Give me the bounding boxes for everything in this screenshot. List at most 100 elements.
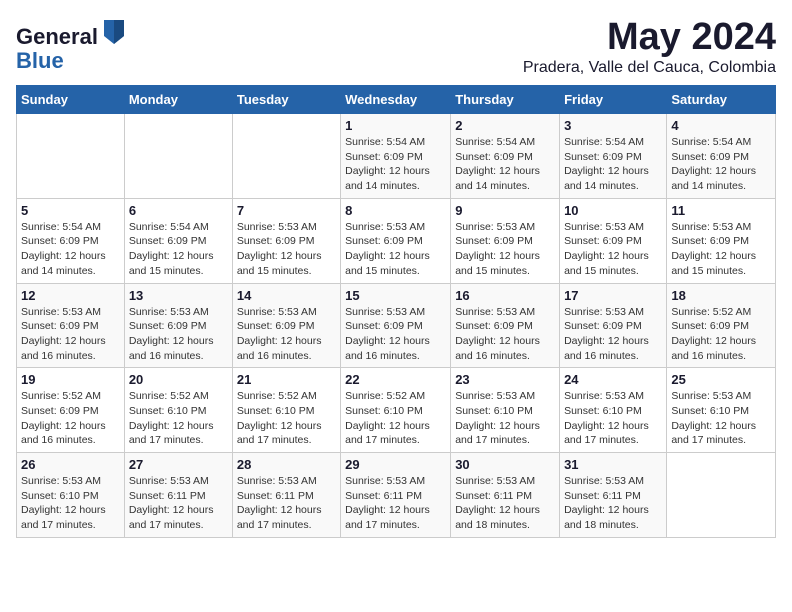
logo-blue-text: Blue [16, 48, 64, 73]
day-info: Sunrise: 5:53 AM Sunset: 6:09 PM Dayligh… [455, 220, 555, 279]
day-info: Sunrise: 5:53 AM Sunset: 6:10 PM Dayligh… [21, 474, 120, 533]
calendar-cell [232, 114, 340, 199]
day-number: 21 [237, 372, 336, 387]
calendar-week-2: 5 Sunrise: 5:54 AM Sunset: 6:09 PM Daylig… [17, 198, 776, 283]
day-info: Sunrise: 5:53 AM Sunset: 6:09 PM Dayligh… [129, 305, 228, 364]
header-day-thursday: Thursday [451, 86, 560, 114]
day-number: 6 [129, 203, 228, 218]
header-day-wednesday: Wednesday [341, 86, 451, 114]
header-day-monday: Monday [124, 86, 232, 114]
calendar-cell: 5 Sunrise: 5:54 AM Sunset: 6:09 PM Daylig… [17, 198, 125, 283]
calendar-cell: 18 Sunrise: 5:52 AM Sunset: 6:09 PM Dayli… [667, 283, 776, 368]
day-info: Sunrise: 5:53 AM Sunset: 6:10 PM Dayligh… [671, 389, 771, 448]
calendar-cell: 29 Sunrise: 5:53 AM Sunset: 6:11 PM Dayli… [341, 453, 451, 538]
page-header: General Blue May 2024 Pradera, Valle del… [16, 16, 776, 77]
calendar-cell: 22 Sunrise: 5:52 AM Sunset: 6:10 PM Dayli… [341, 368, 451, 453]
day-number: 12 [21, 288, 120, 303]
day-number: 2 [455, 118, 555, 133]
calendar-cell [667, 453, 776, 538]
day-number: 29 [345, 457, 446, 472]
day-info: Sunrise: 5:53 AM Sunset: 6:11 PM Dayligh… [564, 474, 662, 533]
calendar-cell: 2Sunrise: 5:54 AM Sunset: 6:09 PM Daylig… [451, 114, 560, 199]
day-info: Sunrise: 5:52 AM Sunset: 6:10 PM Dayligh… [129, 389, 228, 448]
calendar-cell: 15 Sunrise: 5:53 AM Sunset: 6:09 PM Dayli… [341, 283, 451, 368]
logo-general-text: General [16, 24, 98, 49]
calendar-cell: 23Sunrise: 5:53 AM Sunset: 6:10 PM Dayli… [451, 368, 560, 453]
calendar-cell: 4Sunrise: 5:54 AM Sunset: 6:09 PM Daylig… [667, 114, 776, 199]
calendar-week-5: 26 Sunrise: 5:53 AM Sunset: 6:10 PM Dayli… [17, 453, 776, 538]
day-info: Sunrise: 5:53 AM Sunset: 6:09 PM Dayligh… [564, 305, 662, 364]
day-number: 14 [237, 288, 336, 303]
calendar-cell: 8 Sunrise: 5:53 AM Sunset: 6:09 PM Daylig… [341, 198, 451, 283]
logo-icon [100, 16, 128, 44]
calendar-cell: 14 Sunrise: 5:53 AM Sunset: 6:09 PM Dayli… [232, 283, 340, 368]
calendar-header: SundayMondayTuesdayWednesdayThursdayFrid… [17, 86, 776, 114]
header-day-saturday: Saturday [667, 86, 776, 114]
day-number: 7 [237, 203, 336, 218]
day-info: Sunrise: 5:54 AM Sunset: 6:09 PM Dayligh… [129, 220, 228, 279]
day-info: Sunrise: 5:53 AM Sunset: 6:09 PM Dayligh… [455, 305, 555, 364]
header-day-tuesday: Tuesday [232, 86, 340, 114]
day-number: 15 [345, 288, 446, 303]
day-number: 25 [671, 372, 771, 387]
day-number: 20 [129, 372, 228, 387]
day-number: 30 [455, 457, 555, 472]
day-number: 28 [237, 457, 336, 472]
page-title: May 2024 [523, 16, 776, 59]
day-info: Sunrise: 5:52 AM Sunset: 6:09 PM Dayligh… [21, 389, 120, 448]
calendar-table: SundayMondayTuesdayWednesdayThursdayFrid… [16, 85, 776, 538]
day-number: 18 [671, 288, 771, 303]
calendar-cell: 20 Sunrise: 5:52 AM Sunset: 6:10 PM Dayli… [124, 368, 232, 453]
day-info: Sunrise: 5:53 AM Sunset: 6:11 PM Dayligh… [237, 474, 336, 533]
day-number: 13 [129, 288, 228, 303]
day-info: Sunrise: 5:54 AM Sunset: 6:09 PM Dayligh… [21, 220, 120, 279]
day-number: 11 [671, 203, 771, 218]
calendar-cell: 3 Sunrise: 5:54 AM Sunset: 6:09 PM Daylig… [560, 114, 667, 199]
calendar-cell: 31 Sunrise: 5:53 AM Sunset: 6:11 PM Dayli… [560, 453, 667, 538]
calendar-cell: 21Sunrise: 5:52 AM Sunset: 6:10 PM Dayli… [232, 368, 340, 453]
calendar-cell: 7 Sunrise: 5:53 AM Sunset: 6:09 PM Daylig… [232, 198, 340, 283]
day-info: Sunrise: 5:53 AM Sunset: 6:09 PM Dayligh… [345, 305, 446, 364]
day-info: Sunrise: 5:53 AM Sunset: 6:09 PM Dayligh… [564, 220, 662, 279]
day-info: Sunrise: 5:52 AM Sunset: 6:10 PM Dayligh… [345, 389, 446, 448]
day-number: 26 [21, 457, 120, 472]
calendar-cell: 10 Sunrise: 5:53 AM Sunset: 6:09 PM Dayli… [560, 198, 667, 283]
calendar-cell: 19Sunrise: 5:52 AM Sunset: 6:09 PM Dayli… [17, 368, 125, 453]
calendar-week-1: 1 Sunrise: 5:54 AM Sunset: 6:09 PM Daylig… [17, 114, 776, 199]
day-number: 8 [345, 203, 446, 218]
header-row: SundayMondayTuesdayWednesdayThursdayFrid… [17, 86, 776, 114]
day-number: 16 [455, 288, 555, 303]
day-info: Sunrise: 5:53 AM Sunset: 6:11 PM Dayligh… [455, 474, 555, 533]
calendar-cell: 26 Sunrise: 5:53 AM Sunset: 6:10 PM Dayli… [17, 453, 125, 538]
day-info: Sunrise: 5:53 AM Sunset: 6:09 PM Dayligh… [345, 220, 446, 279]
title-block: May 2024 Pradera, Valle del Cauca, Colom… [523, 16, 776, 77]
day-number: 4 [671, 118, 771, 133]
logo: General Blue [16, 16, 128, 73]
day-number: 31 [564, 457, 662, 472]
calendar-cell: 30 Sunrise: 5:53 AM Sunset: 6:11 PM Dayli… [451, 453, 560, 538]
calendar-cell: 27Sunrise: 5:53 AM Sunset: 6:11 PM Dayli… [124, 453, 232, 538]
day-info: Sunrise: 5:52 AM Sunset: 6:09 PM Dayligh… [671, 305, 771, 364]
day-number: 27 [129, 457, 228, 472]
day-number: 3 [564, 118, 662, 133]
calendar-cell: 17Sunrise: 5:53 AM Sunset: 6:09 PM Dayli… [560, 283, 667, 368]
calendar-week-4: 19Sunrise: 5:52 AM Sunset: 6:09 PM Dayli… [17, 368, 776, 453]
day-info: Sunrise: 5:53 AM Sunset: 6:10 PM Dayligh… [455, 389, 555, 448]
day-info: Sunrise: 5:53 AM Sunset: 6:09 PM Dayligh… [671, 220, 771, 279]
day-info: Sunrise: 5:53 AM Sunset: 6:09 PM Dayligh… [21, 305, 120, 364]
day-info: Sunrise: 5:53 AM Sunset: 6:11 PM Dayligh… [345, 474, 446, 533]
day-info: Sunrise: 5:54 AM Sunset: 6:09 PM Dayligh… [564, 135, 662, 194]
calendar-body: 1 Sunrise: 5:54 AM Sunset: 6:09 PM Daylig… [17, 114, 776, 538]
day-number: 1 [345, 118, 446, 133]
calendar-cell: 9 Sunrise: 5:53 AM Sunset: 6:09 PM Daylig… [451, 198, 560, 283]
day-number: 9 [455, 203, 555, 218]
calendar-cell [124, 114, 232, 199]
day-number: 22 [345, 372, 446, 387]
day-info: Sunrise: 5:53 AM Sunset: 6:09 PM Dayligh… [237, 305, 336, 364]
day-number: 24 [564, 372, 662, 387]
calendar-cell: 16 Sunrise: 5:53 AM Sunset: 6:09 PM Dayli… [451, 283, 560, 368]
day-info: Sunrise: 5:53 AM Sunset: 6:09 PM Dayligh… [237, 220, 336, 279]
day-number: 10 [564, 203, 662, 218]
calendar-cell: 25 Sunrise: 5:53 AM Sunset: 6:10 PM Dayli… [667, 368, 776, 453]
day-number: 5 [21, 203, 120, 218]
